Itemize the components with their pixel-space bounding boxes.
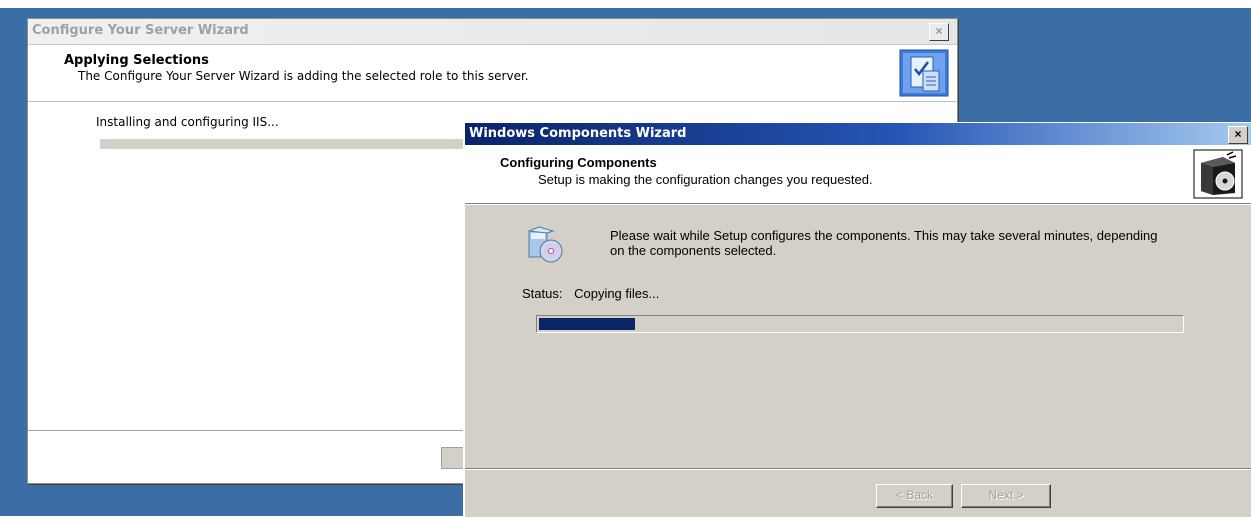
- close-icon: ×: [935, 24, 943, 38]
- software-box-icon: [1193, 149, 1243, 199]
- components-wizard-header: Configuring Components Setup is making t…: [465, 145, 1251, 204]
- checklist-icon: [899, 49, 949, 97]
- components-wizard-titlebar[interactable]: Windows Components Wizard ×: [465, 123, 1251, 145]
- server-wizard-header: Applying Selections The Configure Your S…: [28, 45, 957, 102]
- components-wizard-progress-bar: [536, 315, 1184, 333]
- back-button[interactable]: < Back: [876, 484, 953, 508]
- progress-fill: [539, 318, 635, 330]
- close-icon: ×: [1234, 127, 1242, 141]
- status-value: Copying files...: [574, 286, 660, 301]
- server-wizard-header-title: Applying Selections: [64, 53, 209, 68]
- server-wizard-header-subtitle: The Configure Your Server Wizard is addi…: [78, 69, 529, 83]
- next-button[interactable]: Next >: [961, 484, 1051, 508]
- server-wizard-title: Configure Your Server Wizard: [32, 23, 249, 38]
- server-wizard-titlebar[interactable]: Configure Your Server Wizard ×: [28, 19, 957, 45]
- server-wizard-status-text: Installing and configuring IIS...: [96, 115, 279, 129]
- status-label: Status:: [522, 286, 563, 301]
- components-wizard-header-subtitle: Setup is making the configuration change…: [538, 172, 873, 187]
- components-wizard-title: Windows Components Wizard: [469, 126, 687, 141]
- windows-components-wizard-window[interactable]: Windows Components Wizard × Configuring …: [463, 122, 1251, 517]
- server-wizard-progress-bar: [100, 139, 520, 149]
- components-wizard-divider-highlight: [465, 469, 1251, 470]
- components-wizard-close-button[interactable]: ×: [1228, 126, 1248, 144]
- components-wizard-header-title: Configuring Components: [500, 155, 657, 170]
- components-wizard-status: Status: Copying files...: [522, 286, 659, 301]
- components-wizard-header-highlight: [465, 204, 1251, 205]
- components-wizard-wait-message: Please wait while Setup configures the c…: [610, 228, 1158, 258]
- server-wizard-close-button[interactable]: ×: [929, 23, 949, 41]
- setup-disc-icon: [528, 226, 563, 263]
